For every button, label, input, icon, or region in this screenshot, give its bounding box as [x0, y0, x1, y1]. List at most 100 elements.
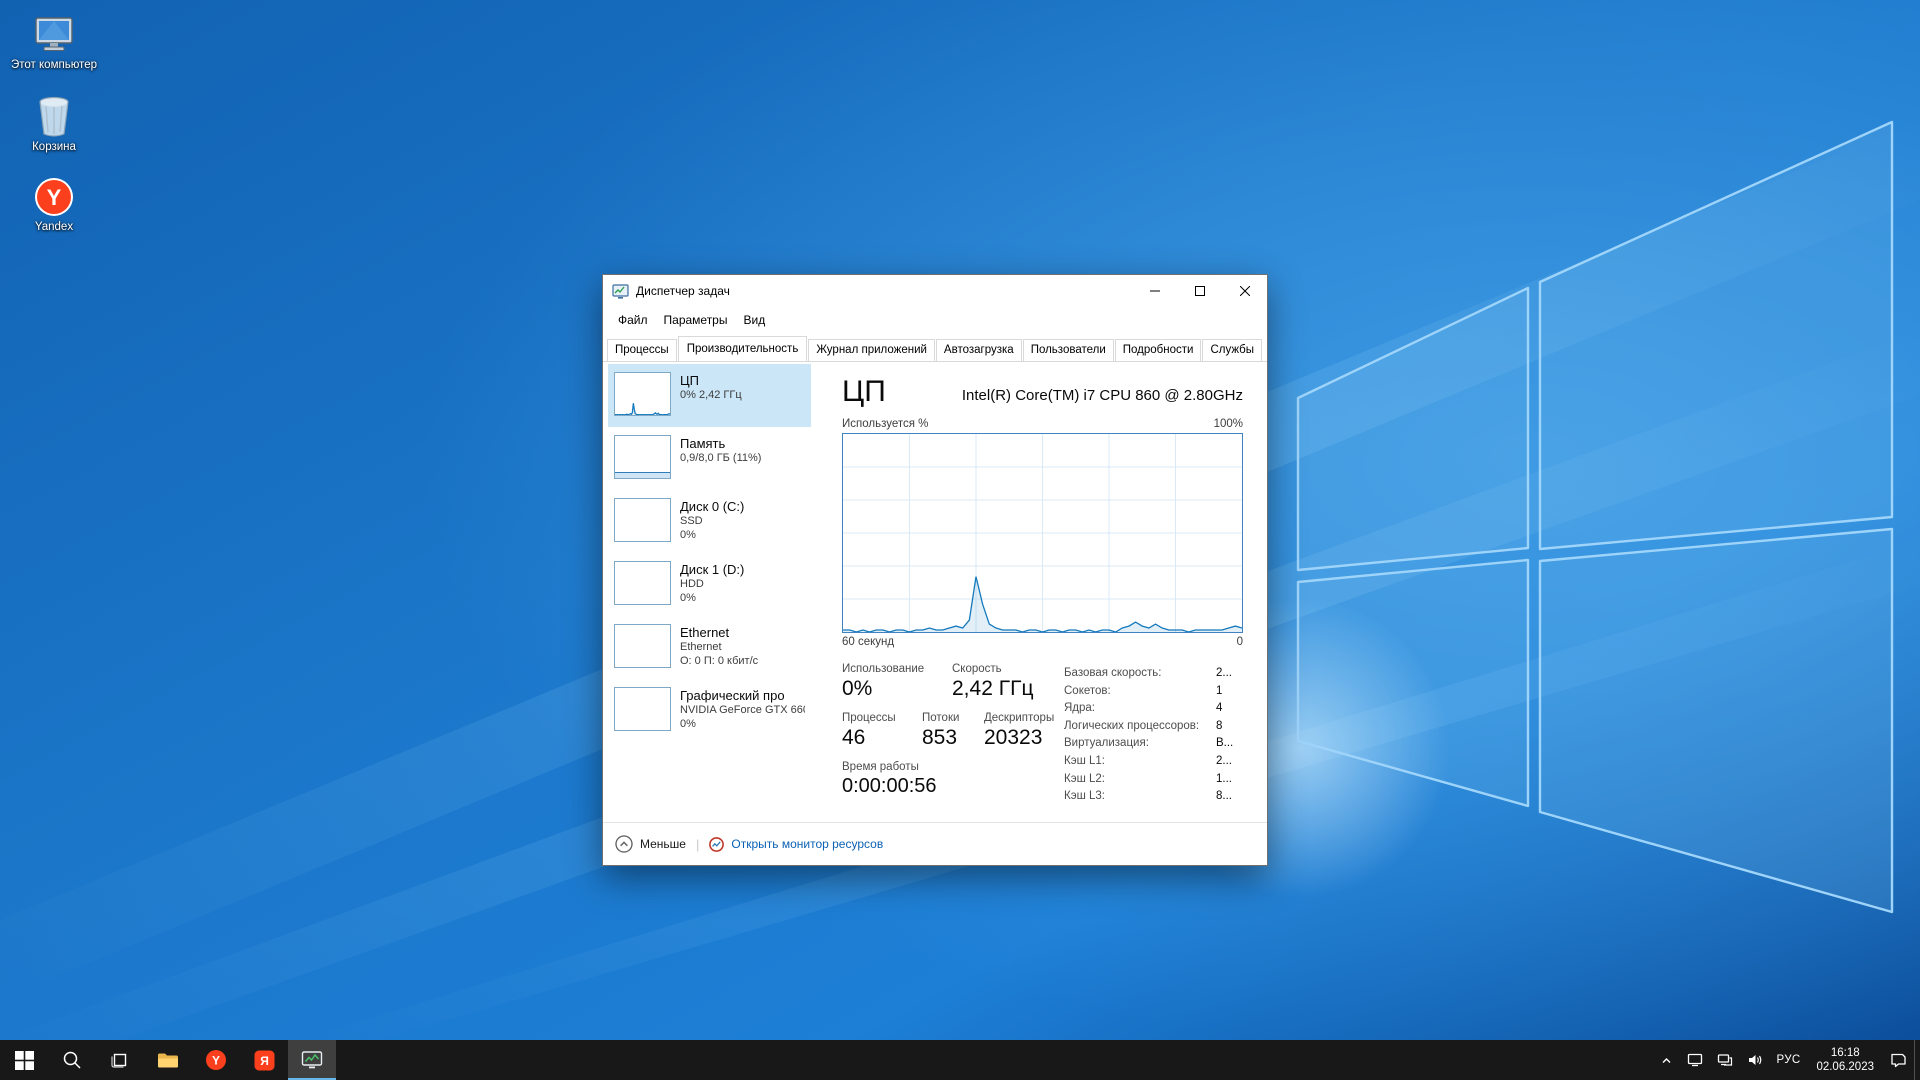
window-controls: [1132, 275, 1267, 307]
yandex-ya-icon: Я: [254, 1050, 275, 1071]
search-icon: [62, 1050, 82, 1070]
sidebar-item-disk0[interactable]: Диск 0 (C:) SSD 0%: [608, 490, 811, 553]
sidebar-item-title: Диск 0 (C:): [680, 499, 744, 515]
sidebar-item-subtitle2: 0%: [680, 592, 744, 606]
network-tray-button[interactable]: [1710, 1040, 1740, 1080]
gpu-thumbnail-chart: [614, 687, 671, 731]
detail-value: В...: [1216, 735, 1243, 753]
network-icon: [1717, 1053, 1733, 1067]
volume-tray-button[interactable]: [1740, 1040, 1770, 1080]
sidebar-item-ethernet[interactable]: Ethernet Ethernet О: 0 П: 0 кбит/с: [608, 616, 811, 679]
fewer-details-button[interactable]: Меньше: [615, 835, 686, 853]
window-title: Диспетчер задач: [636, 284, 1132, 298]
cpu-thumbnail-chart: [614, 372, 671, 416]
minimize-icon: [1150, 286, 1160, 296]
detail-label: Кэш L1:: [1064, 753, 1216, 771]
performance-sidebar: ЦП 0% 2,42 ГГц Память 0,9/8,0 ГБ (11%) Д…: [603, 362, 816, 822]
this-pc-icon: [32, 14, 76, 56]
window-footer: Меньше | Открыть монитор ресурсов: [603, 822, 1267, 865]
usage-label: Использование: [842, 663, 952, 675]
close-button[interactable]: [1222, 275, 1267, 307]
yandex-browser-button[interactable]: Y: [192, 1040, 240, 1080]
yandex-icon: Y: [33, 176, 75, 218]
fewer-details-label: Меньше: [640, 837, 686, 851]
handles-value: 20323: [984, 725, 1064, 750]
tab-users[interactable]: Пользователи: [1023, 339, 1114, 361]
yandex-app-button[interactable]: Я: [240, 1040, 288, 1080]
desktop-icon-column: Этот компьютер Корзина Y Yandex: [8, 14, 100, 234]
minimize-button[interactable]: [1132, 275, 1177, 307]
sidebar-item-disk1[interactable]: Диск 1 (D:) HDD 0%: [608, 553, 811, 616]
language-label: РУС: [1777, 1054, 1801, 1066]
sidebar-item-subtitle: Ethernet: [680, 641, 758, 655]
folder-icon: [157, 1050, 179, 1070]
chevron-up-circle-icon: [615, 835, 633, 853]
start-button[interactable]: [0, 1040, 48, 1080]
desktop-icon-this-pc[interactable]: Этот компьютер: [8, 14, 100, 72]
detail-label: Базовая скорость:: [1064, 665, 1216, 683]
desktop: Этот компьютер Корзина Y Yandex: [0, 0, 1920, 1040]
svg-text:Я: Я: [260, 1054, 269, 1068]
detail-label: Кэш L2:: [1064, 771, 1216, 789]
detail-label: Логических процессоров:: [1064, 718, 1216, 736]
detail-value: 1: [1216, 683, 1243, 701]
tab-performance[interactable]: Производительность: [678, 336, 808, 362]
uptime-value: 0:00:00:56: [842, 774, 937, 799]
task-manager-app-icon: [612, 283, 629, 300]
yandex-browser-icon: Y: [205, 1049, 227, 1071]
close-icon: [1240, 286, 1250, 296]
detail-value: 4: [1216, 700, 1243, 718]
notification-center-button[interactable]: [1883, 1040, 1914, 1080]
clock[interactable]: 16:18 02.06.2023: [1807, 1040, 1883, 1080]
desktop-icon-label: Корзина: [32, 141, 76, 154]
file-explorer-button[interactable]: [144, 1040, 192, 1080]
menu-file[interactable]: Файл: [610, 310, 656, 330]
menu-view[interactable]: Вид: [735, 310, 773, 330]
sidebar-item-subtitle2: О: 0 П: 0 кбит/с: [680, 655, 758, 669]
performance-content: ЦП 0% 2,42 ГГц Память 0,9/8,0 ГБ (11%) Д…: [603, 362, 1267, 822]
sidebar-item-title: Графический про: [680, 688, 805, 704]
menu-options[interactable]: Параметры: [656, 310, 736, 330]
tab-details[interactable]: Подробности: [1115, 339, 1202, 361]
cpu-stats: Использование Скорость 0% 2,42 ГГц Проце…: [842, 663, 1243, 810]
desktop-icon-recycle-bin[interactable]: Корзина: [8, 94, 100, 154]
task-manager-icon: [301, 1050, 323, 1070]
task-view-button[interactable]: [96, 1040, 144, 1080]
sidebar-item-title: Ethernet: [680, 625, 758, 641]
clock-date: 02.06.2023: [1816, 1060, 1874, 1074]
sidebar-item-subtitle2: 0%: [680, 529, 744, 543]
cpu-details: Базовая скорость:2... Сокетов:1 Ядра:4 Л…: [1064, 663, 1243, 810]
sidebar-item-title: ЦП: [680, 373, 742, 389]
language-indicator[interactable]: РУС: [1770, 1040, 1808, 1080]
sidebar-item-cpu[interactable]: ЦП 0% 2,42 ГГц: [608, 364, 811, 427]
open-resource-monitor-link[interactable]: Открыть монитор ресурсов: [709, 837, 883, 852]
processes-label: Процессы: [842, 712, 922, 724]
tab-startup[interactable]: Автозагрузка: [936, 339, 1022, 361]
notification-center-icon: [1890, 1052, 1907, 1068]
taskbar: Y Я: [0, 1040, 1920, 1080]
titlebar[interactable]: Диспетчер задач: [603, 275, 1267, 307]
volume-icon: [1747, 1053, 1763, 1067]
detail-value: 8...: [1216, 788, 1243, 806]
maximize-button[interactable]: [1177, 275, 1222, 307]
tab-processes[interactable]: Процессы: [607, 339, 677, 361]
show-desktop-button[interactable]: [1914, 1040, 1920, 1080]
task-manager-window: Диспетчер задач Файл Параметры Вид Проце…: [602, 274, 1268, 866]
tab-app-history[interactable]: Журнал приложений: [808, 339, 935, 361]
sidebar-item-subtitle: SSD: [680, 515, 744, 529]
cpu-usage-chart[interactable]: [842, 433, 1243, 633]
hidden-icons-button[interactable]: [1653, 1040, 1680, 1080]
display-tray-button[interactable]: [1680, 1040, 1710, 1080]
handles-label: Дескрипторы: [984, 712, 1064, 724]
search-button[interactable]: [48, 1040, 96, 1080]
sidebar-item-gpu[interactable]: Графический про NVIDIA GeForce GTX 660 0…: [608, 679, 811, 742]
menu-bar: Файл Параметры Вид: [603, 307, 1267, 332]
desktop-icon-yandex[interactable]: Y Yandex: [8, 176, 100, 234]
sidebar-item-memory[interactable]: Память 0,9/8,0 ГБ (11%): [608, 427, 811, 490]
tab-services[interactable]: Службы: [1202, 339, 1262, 361]
task-manager-taskbar-button[interactable]: [288, 1040, 336, 1080]
disk1-thumbnail-chart: [614, 561, 671, 605]
ethernet-thumbnail-chart: [614, 624, 671, 668]
open-resource-monitor-label: Открыть монитор ресурсов: [731, 837, 883, 851]
cpu-device-name: Intel(R) Core(TM) i7 CPU 860 @ 2.80GHz: [962, 387, 1243, 409]
